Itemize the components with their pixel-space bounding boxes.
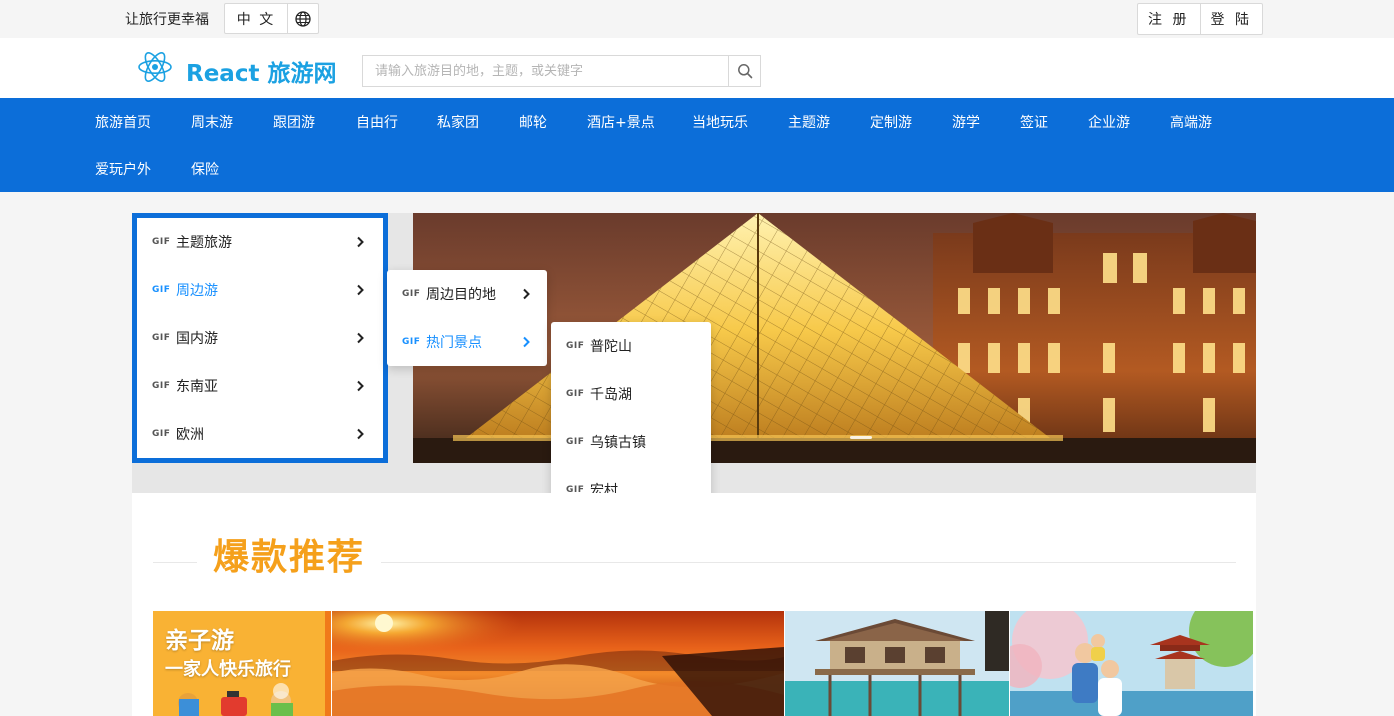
gif-icon: GIF [402, 289, 421, 299]
submenu-label: 热门景点 [426, 335, 482, 351]
submenu-item-putuoshan[interactable]: GIF 普陀山 [551, 322, 711, 370]
side-menu-label: 主题旅游 [176, 235, 232, 251]
side-menu-label: 欧洲 [176, 427, 204, 443]
family-pavilion-image [1010, 611, 1253, 716]
gif-icon: GIF [152, 237, 171, 247]
nav-item-independent[interactable]: 自由行 [356, 112, 398, 132]
slogan-text: 让旅行更幸福 [125, 12, 209, 28]
submenu-label: 周边目的地 [426, 287, 496, 303]
promo-card-family[interactable]: 亲子游 一家人快乐旅行 [153, 611, 331, 716]
submenu-hot-attractions: GIF 普陀山 GIF 千岛湖 GIF 乌镇古镇 GIF 宏村 [551, 322, 711, 514]
nav-item-outdoor[interactable]: 爱玩户外 [95, 159, 151, 179]
submenu-label: 乌镇古镇 [590, 435, 646, 451]
side-menu-item-southeast-asia[interactable]: GIF 东南亚 [137, 362, 383, 410]
gif-icon: GIF [566, 341, 585, 351]
sea-of-clouds-image [332, 611, 784, 716]
chevron-right-icon [357, 428, 364, 440]
product-card-water-villa[interactable] [785, 611, 1009, 716]
site-logo-text[interactable]: React 旅游网 [186, 54, 336, 88]
product-card-sunset[interactable] [332, 611, 784, 716]
gif-icon: GIF [152, 429, 171, 439]
chevron-right-icon [357, 284, 364, 296]
side-menu-item-nearby[interactable]: GIF 周边游 [137, 266, 383, 314]
promo-subtitle: 一家人快乐旅行 [165, 659, 291, 680]
auth-buttons: 注 册 登 陆 [1137, 3, 1263, 35]
submenu-label: 千岛湖 [590, 387, 632, 403]
gif-icon: GIF [402, 337, 421, 347]
side-menu-item-theme[interactable]: GIF 主题旅游 [137, 218, 383, 266]
search-icon [737, 64, 752, 79]
gif-icon: GIF [152, 285, 171, 295]
nav-item-custom[interactable]: 定制游 [870, 112, 912, 132]
nav-item-weekend[interactable]: 周末游 [191, 112, 233, 132]
nav-item-group-tour[interactable]: 跟团游 [273, 112, 315, 132]
globe-icon [295, 10, 311, 27]
side-menu-label: 东南亚 [176, 379, 218, 395]
submenu-item-nearby-destinations[interactable]: GIF 周边目的地 [387, 270, 547, 318]
login-button[interactable]: 登 陆 [1199, 4, 1263, 34]
chevron-right-icon [523, 288, 530, 300]
search-button[interactable] [728, 56, 760, 86]
nav-item-private[interactable]: 私家团 [437, 112, 479, 132]
search-input[interactable] [363, 56, 728, 86]
side-menu-label: 周边游 [176, 283, 218, 299]
language-button[interactable]: 中 文 [225, 4, 288, 33]
nav-item-theme[interactable]: 主题游 [788, 112, 830, 132]
nav-item-luxury[interactable]: 高端游 [1170, 112, 1212, 132]
submenu-nearby: GIF 周边目的地 GIF 热门景点 [387, 270, 547, 366]
hot-recommendation-section: 爆款推荐 亲子游 一家人快乐旅行 [132, 493, 1256, 716]
submenu-item-qiandao-lake[interactable]: GIF 千岛湖 [551, 370, 711, 418]
nav-item-visa[interactable]: 签证 [1020, 112, 1048, 132]
section-divider [153, 562, 197, 563]
product-card-family-park[interactable] [1010, 611, 1253, 716]
nav-item-insurance[interactable]: 保险 [191, 159, 219, 179]
chevron-right-icon [357, 236, 364, 248]
category-side-menu: GIF 主题旅游 GIF 周边游 GIF 国内游 GIF 东南亚 GIF 欧洲 [132, 213, 388, 463]
gif-icon: GIF [566, 389, 585, 399]
nav-item-cruise[interactable]: 邮轮 [519, 112, 547, 132]
react-logo-icon[interactable] [137, 49, 173, 85]
gif-icon: GIF [152, 381, 171, 391]
chevron-right-icon [357, 380, 364, 392]
section-title: 爆款推荐 [213, 537, 366, 578]
side-menu-label: 国内游 [176, 331, 218, 347]
register-button[interactable]: 注 册 [1138, 4, 1200, 34]
nav-item-corporate[interactable]: 企业游 [1088, 112, 1130, 132]
carousel-indicator[interactable] [850, 436, 872, 439]
submenu-item-hot-attractions[interactable]: GIF 热门景点 [387, 318, 547, 366]
site-header: React 旅游网 [0, 38, 1394, 98]
submenu-label: 普陀山 [590, 339, 632, 355]
side-menu-item-domestic[interactable]: GIF 国内游 [137, 314, 383, 362]
nav-item-study[interactable]: 游学 [952, 112, 980, 132]
nav-item-hotel-attraction[interactable]: 酒店+景点 [587, 112, 655, 132]
top-utility-bar: 让旅行更幸福 中 文 注 册 登 陆 [0, 0, 1394, 38]
language-dropdown-button[interactable] [288, 4, 318, 33]
water-villa-image [785, 611, 1009, 716]
promo-title: 亲子游 [165, 628, 234, 654]
submenu-item-wuzhen[interactable]: GIF 乌镇古镇 [551, 418, 711, 466]
search-box [362, 55, 761, 87]
gif-icon: GIF [152, 333, 171, 343]
gif-icon: GIF [566, 437, 585, 447]
section-divider [381, 562, 1236, 563]
language-selector[interactable]: 中 文 [224, 3, 319, 34]
side-menu-item-europe[interactable]: GIF 欧洲 [137, 410, 383, 458]
main-navigation: 旅游首页 周末游 跟团游 自由行 私家团 邮轮 酒店+景点 当地玩乐 主题游 定… [0, 98, 1394, 192]
chevron-right-icon [357, 332, 364, 344]
chevron-right-icon [523, 336, 530, 348]
nav-item-home[interactable]: 旅游首页 [95, 112, 151, 132]
nav-item-local-fun[interactable]: 当地玩乐 [692, 112, 748, 132]
